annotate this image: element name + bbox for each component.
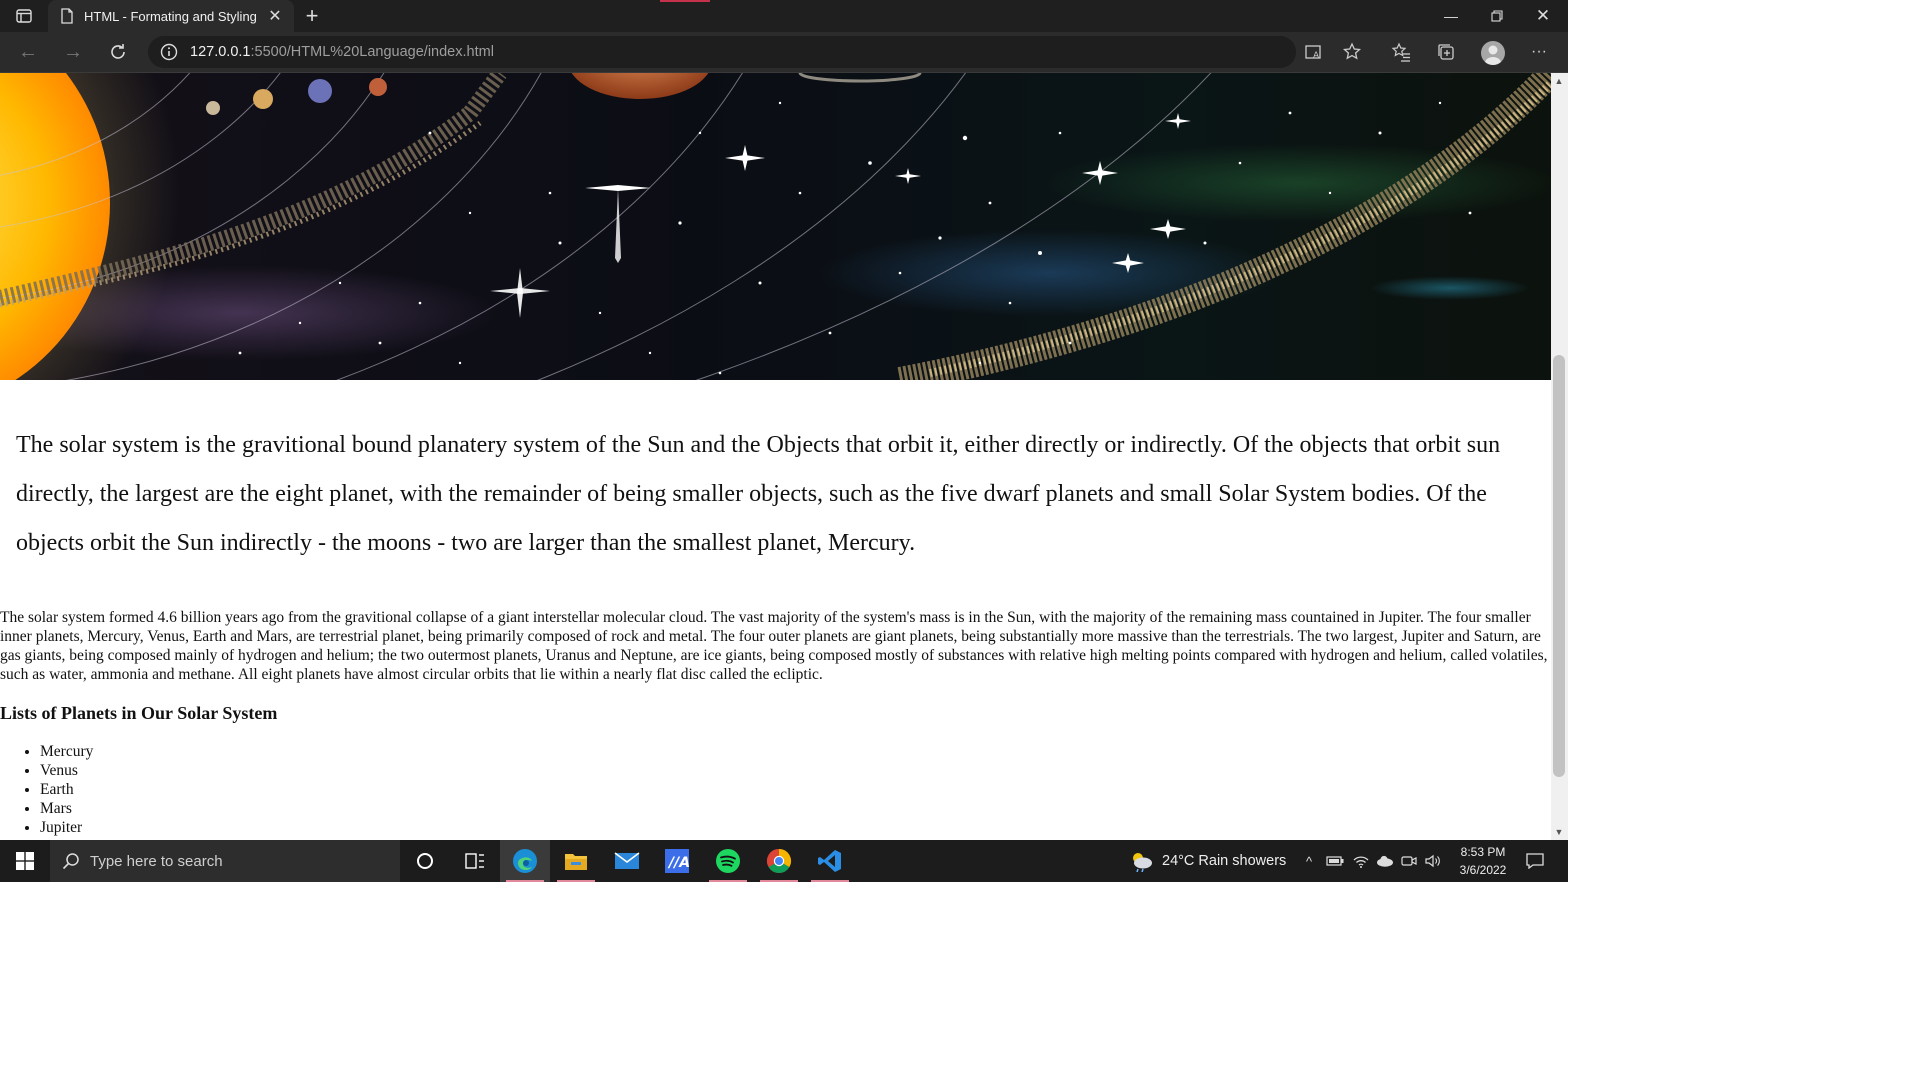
address-bar[interactable]: 127.0.0.1:5500/HTML%20Language/index.htm… [148, 36, 1362, 68]
refresh-icon[interactable] [103, 38, 133, 66]
windows-start-icon[interactable] [0, 840, 50, 882]
hero-artwork [0, 73, 1551, 380]
tab-title: HTML - Formating and Styling [84, 8, 257, 24]
windows-taskbar: Type here to search //A 24°C Rain shower… [0, 840, 1568, 882]
taskbar-clock[interactable]: 8:53 PM 3/6/2022 [1446, 843, 1520, 879]
edge-browser-icon[interactable] [500, 840, 550, 882]
visual-studio-app-icon[interactable]: //A [652, 840, 702, 882]
notifications-icon[interactable] [1520, 840, 1550, 882]
profile-avatar[interactable] [1481, 41, 1505, 65]
weather-text: 24°C Rain showers [1162, 853, 1287, 869]
volume-icon[interactable] [1422, 840, 1444, 882]
tab-actions-icon[interactable] [10, 6, 38, 26]
list-item: Mercury [40, 742, 93, 761]
body-paragraph: The solar system formed 4.6 billion year… [0, 609, 1548, 683]
meet-now-icon[interactable] [1398, 840, 1420, 882]
planets-list-heading: Lists of Planets in Our Solar System [0, 703, 278, 723]
browser-tab[interactable]: HTML - Formating and Styling ✕ [48, 0, 294, 32]
vscode-icon[interactable] [805, 840, 855, 882]
back-icon[interactable]: ← [13, 38, 43, 66]
file-explorer-icon[interactable] [551, 840, 601, 882]
browser-toolbar: ← → 127.0.0.1:5500/HTML%20Language/index… [0, 32, 1568, 73]
taskbar-search-box[interactable]: Type here to search [50, 840, 400, 882]
clock-date: 3/6/2022 [1459, 863, 1507, 877]
favorites-icon[interactable] [1386, 38, 1416, 66]
solar-system-hero-image [0, 73, 1551, 380]
clock-time: 8:53 PM [1460, 845, 1506, 859]
page-viewport: The solar system is the gravitional boun… [0, 73, 1551, 840]
onedrive-cloud-icon[interactable] [1374, 840, 1396, 882]
scrollbar-thumb[interactable] [1553, 355, 1565, 777]
browser-title-bar: HTML - Formating and Styling ✕ + — ✕ [0, 0, 1568, 32]
close-tab-icon[interactable]: ✕ [266, 6, 284, 26]
mail-icon[interactable] [602, 840, 652, 882]
restore-icon[interactable] [1474, 0, 1520, 32]
svg-text:A: A [1313, 51, 1320, 61]
rain-cloud-icon [1133, 853, 1152, 872]
forward-icon[interactable]: → [58, 38, 88, 66]
cortana-icon[interactable] [400, 840, 450, 882]
list-item: Jupiter [40, 818, 93, 837]
document-icon [61, 8, 73, 24]
add-favorite-icon[interactable] [1342, 42, 1362, 67]
spotify-icon[interactable] [703, 840, 753, 882]
site-info-icon[interactable] [160, 43, 178, 61]
search-icon [62, 853, 79, 870]
wifi-icon[interactable] [1350, 840, 1372, 882]
svg-text://A: //A [667, 855, 689, 871]
list-item: Earth [40, 780, 93, 799]
title-accent-line [660, 0, 710, 2]
new-tab-icon[interactable]: + [300, 3, 324, 29]
scroll-up-icon[interactable]: ▲ [1553, 75, 1565, 87]
minimize-icon[interactable]: — [1428, 0, 1474, 32]
task-view-icon[interactable] [450, 840, 500, 882]
collections-icon[interactable] [1431, 38, 1461, 66]
url-text: 127.0.0.1:5500/HTML%20Language/index.htm… [190, 44, 494, 60]
list-item: Mars [40, 799, 93, 818]
weather-widget[interactable]: 24°C Rain showers [1128, 840, 1286, 882]
chrome-icon[interactable] [754, 840, 804, 882]
close-window-icon[interactable]: ✕ [1520, 0, 1566, 32]
planets-list: Mercury Venus Earth Mars Jupiter [0, 742, 93, 837]
more-options-icon[interactable]: ··· [1524, 38, 1554, 66]
show-hidden-icons-chevron-icon[interactable]: ^ [1300, 840, 1318, 882]
lead-paragraph: The solar system is the gravitional boun… [16, 432, 1501, 556]
list-item: Venus [40, 761, 93, 780]
scroll-down-icon[interactable]: ▼ [1553, 826, 1565, 838]
search-placeholder: Type here to search [90, 852, 223, 870]
battery-icon[interactable] [1324, 840, 1346, 882]
immersive-reader-icon[interactable]: A [1304, 42, 1324, 67]
